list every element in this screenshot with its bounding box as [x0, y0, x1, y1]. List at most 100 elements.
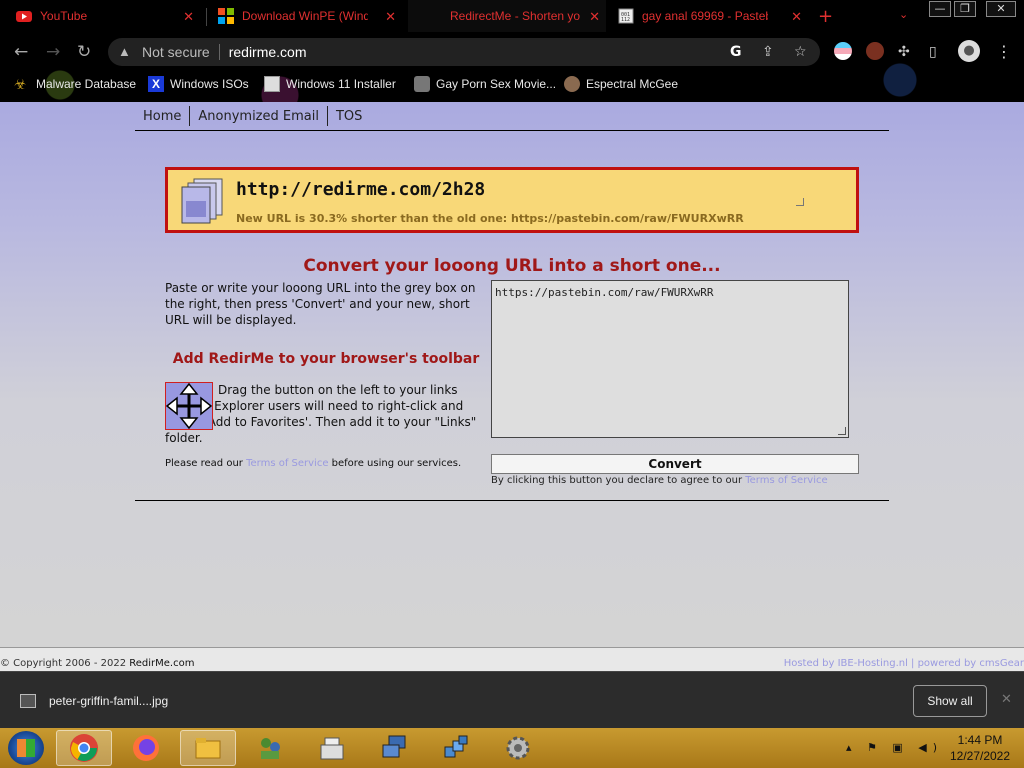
- cubes-icon: [444, 735, 468, 758]
- close-icon[interactable]: ✕: [1001, 692, 1012, 707]
- tab-redirme[interactable]: RedirectMe - Shorten yo ✕: [408, 0, 606, 32]
- profile-icon[interactable]: ●: [958, 40, 980, 62]
- nav-tos[interactable]: TOS: [328, 109, 370, 124]
- resize-handle-icon[interactable]: [796, 198, 804, 206]
- bookmark-espectral-mcgee[interactable]: Espectral McGee: [564, 76, 678, 92]
- copy-pages-icon: [181, 178, 223, 224]
- bookmark-windows-isos[interactable]: X Windows ISOs: [148, 76, 249, 92]
- minimize-button[interactable]: —: [929, 1, 951, 17]
- svg-text:112: 112: [621, 17, 630, 23]
- taskbar-firefox[interactable]: [118, 730, 174, 766]
- url-host: redirme.com: [228, 44, 307, 60]
- long-url-textarea[interactable]: https://pastebin.com/raw/FWURXwRR: [491, 280, 849, 438]
- taskbar-chrome[interactable]: [56, 730, 112, 766]
- close-window-button[interactable]: ✕: [986, 1, 1016, 17]
- nav-home[interactable]: Home: [135, 109, 189, 124]
- youtube-icon: [16, 11, 32, 22]
- tab-winpe[interactable]: Download WinPE (Window ✕: [212, 0, 402, 32]
- clock-date: 12/27/2022: [949, 749, 1011, 763]
- site-nav: Home Anonymized Email TOS: [135, 102, 889, 131]
- instructions-text: Paste or write your looong URL into the …: [165, 281, 476, 327]
- page-icon: [264, 76, 280, 92]
- bookmark-windows-11-installer[interactable]: Windows 11 Installer: [264, 76, 396, 92]
- biohazard-icon: ☣: [14, 76, 27, 92]
- taskbar-cash-register[interactable]: [304, 730, 360, 766]
- menu-icon[interactable]: ⋮: [996, 42, 1012, 61]
- system-tray[interactable]: ▴ ⚑ ▣ ◀): [846, 741, 943, 754]
- taskbar: ▴ ⚑ ▣ ◀) 1:44 PM 12/27/2022: [0, 728, 1024, 768]
- bookmark-star-icon[interactable]: ☆: [794, 44, 807, 60]
- address-bar[interactable]: ▲ Not secure redirme.com: [108, 38, 820, 66]
- site-icon: [414, 76, 430, 92]
- hosted-by-links[interactable]: Hosted by IBE-Hosting.nl | powered by cm…: [784, 658, 1024, 669]
- long-url-value: https://pastebin.com/raw/FWURXwRR: [495, 286, 714, 299]
- image-file-icon: [20, 694, 36, 708]
- shorter-note: New URL is 30.3% shorter than the old on…: [236, 212, 744, 225]
- page-footer: © Copyright 2006 - 2022 RedirMe.com Host…: [0, 647, 1024, 671]
- extension-avatar-icon[interactable]: [866, 42, 884, 60]
- network-icon: [261, 738, 280, 759]
- brand-name: RedirMe.com: [129, 658, 195, 669]
- close-icon[interactable]: ✕: [385, 9, 396, 25]
- move-arrows-icon: [165, 382, 213, 430]
- tos-link[interactable]: Terms of Service: [745, 475, 827, 486]
- remote-desktop-icon: [382, 735, 406, 758]
- close-icon[interactable]: ✕: [183, 9, 194, 25]
- toolbar-heading: Add RedirMe to your browser's toolbar: [172, 351, 480, 367]
- browser-chrome: YouTube ✕ Download WinPE (Window ✕ Redir…: [0, 0, 1024, 102]
- share-icon[interactable]: ⇪: [762, 44, 774, 60]
- tab-pastebin[interactable]: 001 112 gay anal 69969 - Pasteb ✕: [612, 0, 808, 32]
- tab-strip: YouTube ✕ Download WinPE (Window ✕ Redir…: [0, 0, 1024, 34]
- close-icon[interactable]: ✕: [589, 9, 600, 25]
- chrome-icon: [70, 734, 98, 762]
- download-bar: peter-griffin-famil....jpg Show all ✕: [0, 671, 1024, 728]
- extensions-puzzle-icon[interactable]: ✣: [898, 44, 910, 60]
- file-explorer-icon: [195, 738, 221, 759]
- tab-youtube[interactable]: YouTube ✕: [10, 0, 200, 32]
- extension-flag-icon[interactable]: [834, 42, 852, 60]
- nav-anonymized-email[interactable]: Anonymized Email: [190, 109, 327, 124]
- bookmark-malware-database[interactable]: ☣ Malware Database: [14, 76, 136, 92]
- forward-icon[interactable]: →: [46, 42, 60, 62]
- avatar-icon: [564, 76, 580, 92]
- divider: [135, 500, 889, 501]
- clock-time: 1:44 PM: [957, 733, 1003, 747]
- pastebin-icon: 001112: [618, 8, 634, 24]
- short-url[interactable]: http://redirme.com/2h28: [236, 179, 485, 200]
- page-content: Home Anonymized Email TOS http://redirme…: [0, 102, 1024, 647]
- close-icon[interactable]: ✕: [791, 9, 802, 25]
- convert-button[interactable]: Convert: [491, 454, 859, 474]
- back-icon[interactable]: ←: [14, 42, 28, 62]
- new-tab-button[interactable]: +: [818, 6, 833, 27]
- download-item[interactable]: peter-griffin-famil....jpg: [49, 694, 168, 708]
- tos-link[interactable]: Terms of Service: [246, 458, 328, 469]
- microsoft-icon: [218, 8, 234, 24]
- bookmarks-bar: ☣ Malware Database X Windows ISOs Window…: [0, 72, 1024, 98]
- maximize-button[interactable]: ❐: [954, 1, 976, 17]
- copyright: © Copyright 2006 - 2022 RedirMe.com: [0, 658, 195, 669]
- drag-bookmarklet-button[interactable]: [165, 382, 213, 430]
- tab-search-button[interactable]: ⌄: [899, 8, 908, 21]
- resize-handle-icon[interactable]: [838, 427, 846, 435]
- agree-text: By clicking this button you declare to a…: [491, 475, 828, 486]
- taskbar-cubes[interactable]: [428, 730, 484, 766]
- windows-logo-icon: [17, 739, 35, 757]
- warning-icon: ▲: [118, 44, 131, 59]
- firefox-icon: [133, 735, 159, 761]
- side-panel-icon[interactable]: ▯: [929, 44, 937, 60]
- reload-icon[interactable]: ↻: [77, 42, 91, 62]
- bookmark-site[interactable]: Gay Porn Sex Movie...: [414, 76, 556, 92]
- result-box: http://redirme.com/2h28 New URL is 30.3%…: [165, 167, 859, 233]
- x-icon: X: [148, 76, 164, 92]
- drag-instructions: Drag the button on the left to your link…: [165, 383, 477, 445]
- taskbar-remote-desktop[interactable]: [366, 730, 422, 766]
- clock[interactable]: 1:44 PM 12/27/2022: [944, 732, 1016, 764]
- google-icon[interactable]: G: [730, 44, 742, 60]
- show-all-button[interactable]: Show all: [913, 685, 987, 717]
- cash-register-icon: [320, 737, 344, 760]
- taskbar-file-explorer[interactable]: [180, 730, 236, 766]
- taskbar-network[interactable]: [242, 730, 298, 766]
- start-button[interactable]: [8, 731, 44, 765]
- taskbar-settings[interactable]: [490, 730, 546, 766]
- redirme-icon: [414, 8, 430, 24]
